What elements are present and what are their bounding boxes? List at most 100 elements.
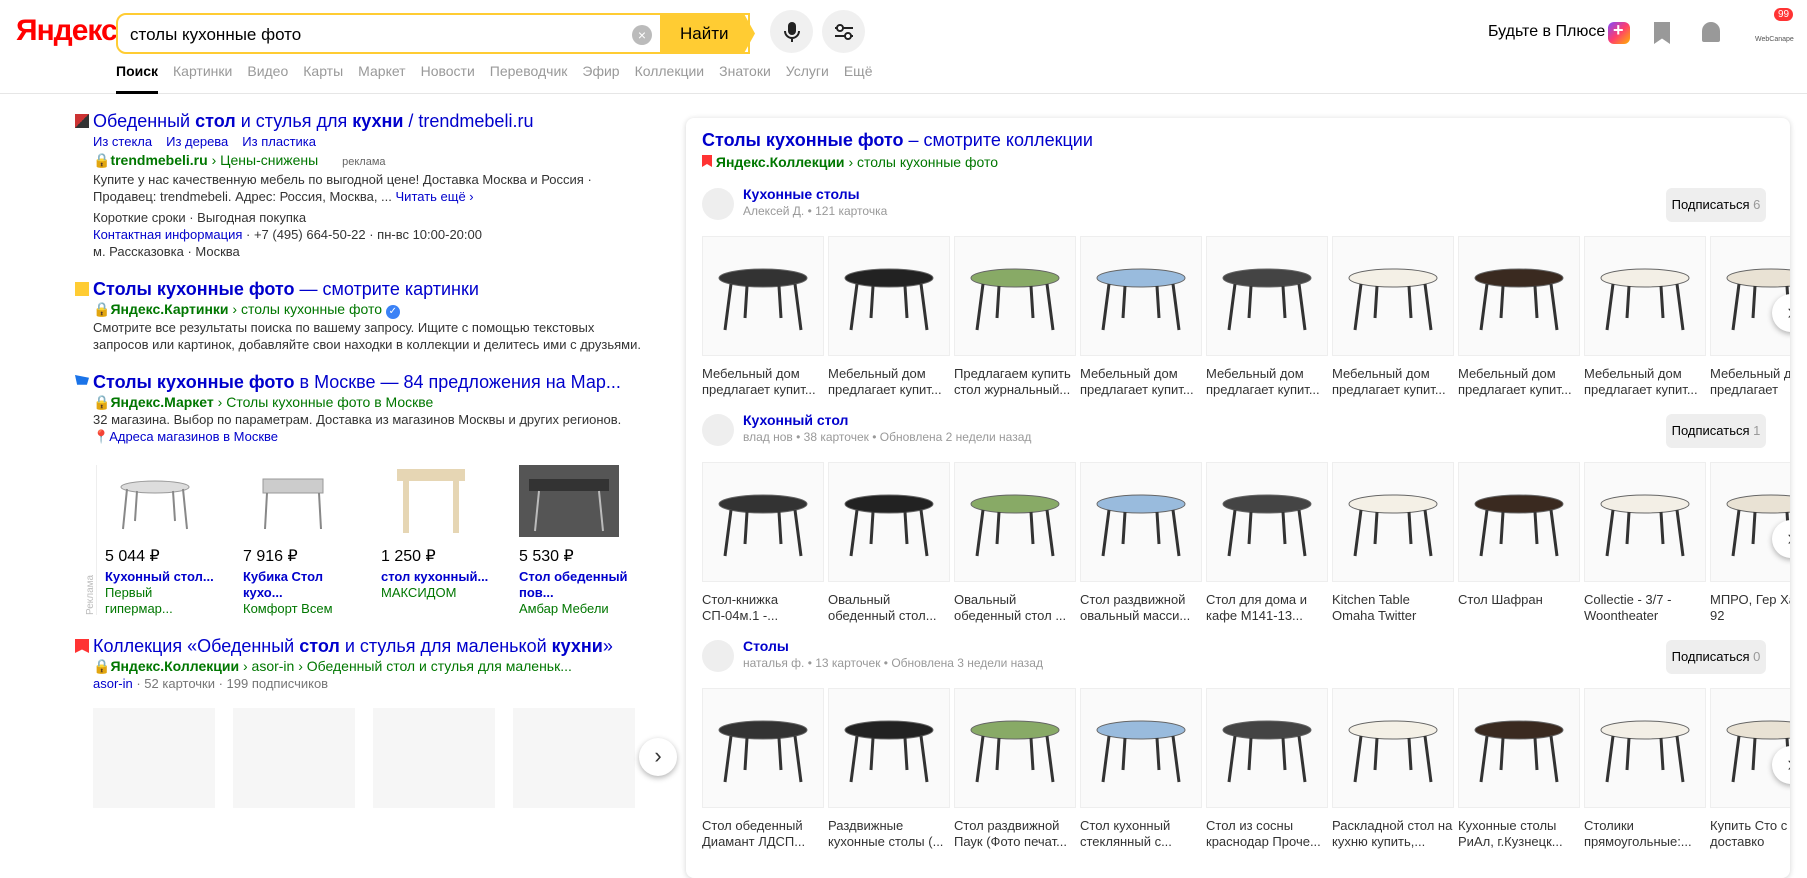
sitelink[interactable]: Из стекла (93, 134, 152, 149)
collections-url[interactable]: Яндекс.Коллекции › столы кухонные фото (702, 154, 998, 170)
subscribe-button[interactable]: Подписаться 1 (1666, 414, 1766, 448)
collection-card[interactable]: Мебельный дом предлагает купит... (1206, 236, 1328, 398)
product-shop[interactable]: МАКСИДОМ (381, 585, 491, 601)
collection-card[interactable]: Стол-книжка СП-04м.1 -... (702, 462, 824, 624)
tab-maps[interactable]: Карты (303, 63, 343, 94)
card-caption: Стол из сосны краснодар Проче... (1206, 818, 1321, 849)
product-card[interactable]: 5 044 ₽ Кухонный стол... Первый гипермар… (105, 465, 215, 617)
product-name[interactable]: стол кухонный... (381, 569, 491, 585)
collection-name[interactable]: Кухонные столы (743, 186, 860, 202)
tab-more[interactable]: Ещё (844, 63, 873, 94)
card-image (954, 462, 1076, 582)
collection-card[interactable]: Стол обеденный Диамант ЛДСП... (702, 688, 824, 850)
result-url[interactable]: 🔒trendmebeli.ru › Цены-снижены реклама (93, 151, 653, 171)
tab-translator[interactable]: Переводчик (490, 63, 568, 94)
tab-video[interactable]: Видео (247, 63, 288, 94)
collection-card[interactable]: Стол для дома и кафе М141-13... (1206, 462, 1328, 624)
collections-title[interactable]: Столы кухонные фото – смотрите коллекции (702, 130, 1093, 151)
subscribe-button[interactable]: Подписаться 6 (1666, 188, 1766, 222)
tab-search[interactable]: Поиск (116, 63, 159, 94)
collection-card[interactable]: Стол из сосны краснодар Проче... (1206, 688, 1328, 850)
plus-link[interactable]: Будьте в Плюсе (1488, 23, 1605, 41)
product-shop[interactable]: Комфорт Всем (243, 601, 353, 617)
plus-icon[interactable] (1608, 20, 1630, 44)
bookmarks-icon[interactable] (1654, 22, 1670, 44)
collection-card[interactable]: Предлагаем купить стол журнальный... (954, 236, 1076, 398)
collection-card[interactable]: Мебельный дом предлагает купит... (828, 236, 950, 398)
card-caption: Стол кухонный стеклянный с... (1080, 818, 1172, 849)
collection-thumbs: Стол обеденный Диамант ЛДСП... Раздвижные… (702, 688, 1790, 850)
stores-link[interactable]: 📍Адреса магазинов в Москве (93, 428, 653, 445)
read-more-link[interactable]: Читать ещё › (396, 189, 474, 204)
clear-icon[interactable]: × (632, 25, 652, 45)
collection-image[interactable] (513, 708, 635, 808)
collection-card[interactable]: Мебельный дом предлагает купит... (1584, 236, 1706, 398)
result-title[interactable]: Коллекция «Обеденный стол и стулья для м… (93, 635, 653, 657)
sitelink[interactable]: Из пластика (242, 134, 316, 149)
collection-card[interactable]: Раскладной стол на кухню купить,... (1332, 688, 1454, 850)
collection-card[interactable]: Мебельный дом предлагает купит... (1458, 236, 1580, 398)
collection-card[interactable]: Столики прямоугольные:... (1584, 688, 1706, 850)
tab-efir[interactable]: Эфир (582, 63, 619, 94)
product-shop[interactable]: Первый гипермар... (105, 585, 215, 617)
result-url[interactable]: 🔒Яндекс.Коллекции › asor-in › Обеденный … (93, 657, 653, 675)
result-url[interactable]: 🔒Яндекс.Картинки › столы кухонные фото ✓ (93, 300, 653, 319)
yandex-logo[interactable]: Яндекс (16, 14, 118, 48)
product-card[interactable]: 5 530 ₽ Стол обеденный пов... Амбар Мебе… (519, 465, 629, 617)
collection-card[interactable]: Овальный обеденный стол... (828, 462, 950, 624)
collection-card[interactable]: Collectie - 3/7 - Woontheater (1584, 462, 1706, 624)
card-image (954, 688, 1076, 808)
tab-market[interactable]: Маркет (358, 63, 405, 94)
collection-name[interactable]: Кухонный стол (743, 412, 848, 428)
collection-card[interactable]: Мебельный дом предлагает купит... (702, 236, 824, 398)
collection-user-link[interactable]: asor-in (93, 676, 133, 691)
collection-card[interactable]: Стол кухонный стеклянный с... (1080, 688, 1202, 850)
collection-card[interactable]: Мебельный дом предлагает купит... (1080, 236, 1202, 398)
subscribe-button[interactable]: Подписаться 0 (1666, 640, 1766, 674)
author-avatar[interactable] (702, 188, 734, 220)
collection-card[interactable]: Мебельный дом предлагает купит... (1332, 236, 1454, 398)
result-title[interactable]: Столы кухонные фото — смотрите картинки (93, 278, 653, 300)
search-input[interactable]: столы кухонные фото (130, 25, 301, 45)
author-avatar[interactable] (702, 640, 734, 672)
tab-news[interactable]: Новости (421, 63, 475, 94)
tab-collections[interactable]: Коллекции (635, 63, 705, 94)
collection-card[interactable]: Стол Шафран (1458, 462, 1580, 624)
result-url[interactable]: 🔒Яндекс.Маркет › Столы кухонные фото в М… (93, 393, 653, 411)
collection-card[interactable]: Кухонные столы РиАл, г.Кузнецк... (1458, 688, 1580, 850)
collection-card[interactable]: Стол раздвижной Паук (Фото печат... (954, 688, 1076, 850)
product-card[interactable]: 7 916 ₽ Кубика Стол кухо... Комфорт Всем (243, 465, 353, 617)
author-avatar[interactable] (702, 414, 734, 446)
collection-card[interactable]: Овальный обеденный стол ... (954, 462, 1076, 624)
product-name[interactable]: Стол обеденный пов... (519, 569, 629, 601)
product-card[interactable]: 1 250 ₽ стол кухонный... МАКСИДОМ (381, 465, 491, 617)
collection-name[interactable]: Столы (743, 638, 789, 654)
collection-image[interactable] (93, 708, 215, 808)
sitelink[interactable]: Из дерева (166, 134, 228, 149)
result-title[interactable]: Обеденный стол и стулья для кухни / tren… (93, 110, 653, 132)
collection-image[interactable] (373, 708, 495, 808)
microphone-icon[interactable] (770, 10, 813, 53)
card-image (1080, 462, 1202, 582)
product-name[interactable]: Кубика Стол кухо... (243, 569, 353, 601)
contact-link[interactable]: Контактная информация (93, 227, 242, 242)
card-image (1584, 236, 1706, 356)
product-price: 1 250 ₽ (381, 548, 436, 565)
find-button[interactable]: Найти (660, 13, 755, 54)
collection-card[interactable]: Раздвижные кухонные столы (... (828, 688, 950, 850)
next-arrow-icon[interactable]: › (639, 738, 677, 776)
collection-card[interactable]: Kitchen Table Omaha Twitter (1332, 462, 1454, 624)
tab-services[interactable]: Услуги (786, 63, 829, 94)
result-snippet: Смотрите все результаты поиска по вашему… (93, 320, 641, 352)
result-title[interactable]: Столы кухонные фото в Москве — 84 предло… (93, 371, 653, 393)
collection-card[interactable]: Стол раздвижной овальный масси... (1080, 462, 1202, 624)
collection-image[interactable] (233, 708, 355, 808)
tab-znatoki[interactable]: Знатоки (719, 63, 771, 94)
bell-icon[interactable] (1702, 22, 1720, 42)
filters-icon[interactable] (822, 10, 865, 53)
product-shop[interactable]: Амбар Мебели (519, 601, 629, 617)
result-trendmebeli: Обеденный стол и стулья для кухни / tren… (75, 110, 653, 260)
search-field[interactable]: столы кухонные фото × (116, 13, 750, 54)
tab-images[interactable]: Картинки (173, 63, 232, 94)
product-name[interactable]: Кухонный стол... (105, 569, 215, 585)
